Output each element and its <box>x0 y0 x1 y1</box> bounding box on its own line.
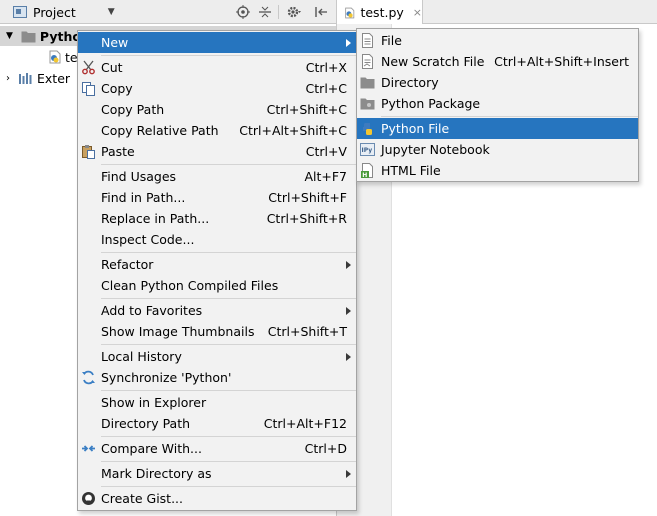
submenu-item-file[interactable]: File <box>357 30 638 51</box>
submenu-item-html-file[interactable]: H HTML File <box>357 160 638 181</box>
folder-icon <box>359 74 376 91</box>
jupyter-icon: IPy <box>359 141 376 158</box>
menu-item-add-to-favorites[interactable]: Add to Favorites <box>78 300 356 321</box>
context-menu: New Cut Ctrl+X Copy Ctrl+C Copy Path Ctr… <box>77 30 357 511</box>
menu-item-compare-with[interactable]: Compare With... Ctrl+D <box>78 438 356 459</box>
menu-item-copy-path[interactable]: Copy Path Ctrl+Shift+C <box>78 99 356 120</box>
menu-separator <box>101 390 356 391</box>
submenu-item-python-file[interactable]: Python File <box>357 118 638 139</box>
submenu-item-directory[interactable]: Directory <box>357 72 638 93</box>
scratch-file-icon <box>359 53 376 70</box>
submenu-arrow-icon <box>346 306 351 315</box>
menu-separator <box>101 55 356 56</box>
editor-tab-bar: test.py × <box>337 0 657 25</box>
menu-item-refactor[interactable]: Refactor <box>78 254 356 275</box>
python-file-icon <box>345 7 355 18</box>
compare-icon <box>80 440 97 457</box>
submenu-arrow-icon <box>346 352 351 361</box>
copy-icon <box>80 80 97 97</box>
tree-file-label: te <box>65 49 78 65</box>
menu-separator <box>381 116 638 117</box>
menu-item-create-gist[interactable]: Create Gist... <box>78 488 356 509</box>
tree-row-file[interactable]: te <box>48 47 78 67</box>
chevron-down-icon[interactable]: ▼ <box>6 31 13 41</box>
menu-separator <box>101 436 356 437</box>
project-view-selector[interactable]: Project ▼ <box>12 0 115 24</box>
menu-separator <box>101 252 356 253</box>
submenu-arrow-icon <box>346 469 351 478</box>
submenu-arrow-icon <box>346 260 351 269</box>
chevron-down-icon[interactable]: ▼ <box>108 7 115 17</box>
svg-text:H: H <box>362 172 367 178</box>
hide-panel-icon[interactable] <box>314 0 328 24</box>
library-icon <box>19 72 32 84</box>
file-icon <box>359 32 376 49</box>
menu-item-clean-compiled[interactable]: Clean Python Compiled Files <box>78 275 356 296</box>
submenu-item-jupyter-notebook[interactable]: IPy Jupyter Notebook <box>357 139 638 160</box>
project-icon <box>13 6 27 18</box>
menu-item-replace-in-path[interactable]: Replace in Path... Ctrl+Shift+R <box>78 208 356 229</box>
tree-row-external[interactable]: › Exter <box>0 68 70 88</box>
submenu-arrow-icon <box>346 38 351 47</box>
collapse-all-icon[interactable] <box>258 0 272 24</box>
menu-item-mark-directory-as[interactable]: Mark Directory as <box>78 463 356 484</box>
paste-icon <box>80 143 97 160</box>
menu-item-show-image-thumbnails[interactable]: Show Image Thumbnails Ctrl+Shift+T <box>78 321 356 342</box>
menu-item-paste[interactable]: Paste Ctrl+V <box>78 141 356 162</box>
close-icon[interactable]: × <box>413 6 422 19</box>
html-icon: H <box>359 162 376 179</box>
submenu-item-new-scratch-file[interactable]: New Scratch File Ctrl+Alt+Shift+Insert <box>357 51 638 72</box>
folder-icon <box>21 31 36 42</box>
svg-text:IPy: IPy <box>362 147 373 154</box>
tree-external-label: Exter <box>37 70 71 86</box>
new-submenu: File New Scratch File Ctrl+Alt+Shift+Ins… <box>356 28 639 182</box>
menu-separator <box>101 344 356 345</box>
scissors-icon <box>80 59 97 76</box>
project-tool-window-header: Project ▼ <box>0 0 336 24</box>
menu-separator <box>101 164 356 165</box>
menu-separator <box>101 298 356 299</box>
menu-item-copy[interactable]: Copy Ctrl+C <box>78 78 356 99</box>
gear-icon[interactable] <box>287 0 303 24</box>
menu-item-local-history[interactable]: Local History <box>78 346 356 367</box>
submenu-item-python-package[interactable]: Python Package <box>357 93 638 114</box>
menu-item-new[interactable]: New <box>78 32 356 53</box>
menu-item-synchronize[interactable]: Synchronize 'Python' <box>78 367 356 388</box>
package-icon <box>359 95 376 112</box>
menu-item-find-in-path[interactable]: Find in Path... Ctrl+Shift+F <box>78 187 356 208</box>
header-divider <box>278 5 279 19</box>
python-icon <box>359 120 376 137</box>
python-file-icon <box>49 50 61 64</box>
menu-separator <box>101 486 356 487</box>
github-icon <box>80 490 97 507</box>
menu-item-show-in-explorer[interactable]: Show in Explorer <box>78 392 356 413</box>
menu-item-find-usages[interactable]: Find Usages Alt+F7 <box>78 166 356 187</box>
menu-item-cut[interactable]: Cut Ctrl+X <box>78 57 356 78</box>
locate-icon[interactable] <box>236 0 250 24</box>
chevron-right-icon[interactable]: › <box>6 73 10 84</box>
tab-label: test.py <box>360 5 404 20</box>
menu-item-copy-relative-path[interactable]: Copy Relative Path Ctrl+Alt+Shift+C <box>78 120 356 141</box>
menu-item-directory-path[interactable]: Directory Path Ctrl+Alt+F12 <box>78 413 356 434</box>
tab-test-py[interactable]: test.py × <box>337 0 423 25</box>
project-title: Project <box>33 4 76 20</box>
menu-separator <box>101 461 356 462</box>
tree-root-label: Pytho <box>39 28 81 44</box>
sync-icon <box>80 369 97 386</box>
menu-item-inspect-code[interactable]: Inspect Code... <box>78 229 356 250</box>
